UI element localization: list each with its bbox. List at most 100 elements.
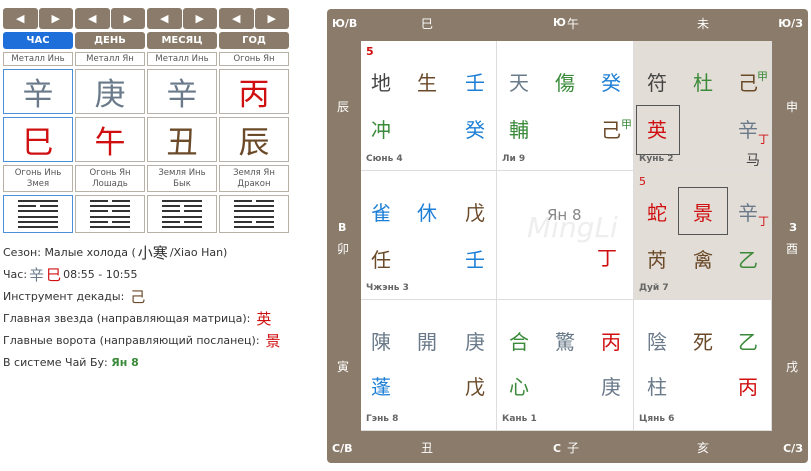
palace-deity: 陰: [647, 330, 667, 354]
month-nav: ◀ ▶: [147, 8, 217, 29]
hexagram-hour[interactable]: [3, 195, 73, 233]
branch-element-label: Огонь Инь Змея: [3, 165, 73, 192]
chaibu-value: Ян 8: [111, 356, 139, 369]
tab-month[interactable]: МЕСЯЦ: [147, 32, 217, 49]
palace-kan[interactable]: 合 驚 丙 心 庚 Кань 1: [497, 300, 634, 431]
branch-animal: Дракон: [237, 179, 271, 189]
left-branch-2: 卯: [337, 242, 350, 256]
qimen-board: Ю/В Ю/З С/В С/З 巳 Ю 午 未 丑 С 子 亥 辰 В 卯 寅 …: [327, 9, 808, 463]
right-branch-2: 酉: [785, 242, 798, 256]
palace-caption: Дуй 7: [639, 283, 669, 293]
hexagram-icon: [90, 200, 130, 228]
pillar-hour: ◀ ▶ ЧАС Металл Инь 辛 巳 Огонь Инь Змея: [3, 8, 73, 233]
decade-row: Инструмент декады: 己: [3, 286, 289, 308]
stem-char[interactable]: 丙: [219, 69, 289, 114]
branch-char[interactable]: 巳: [3, 117, 73, 162]
branch-char[interactable]: 丑: [147, 117, 217, 162]
pillar-year: ◀ ▶ ГОД Огонь Ян 丙 辰 Земля Ян Дракон: [219, 8, 289, 233]
right-branch-1: 申: [785, 100, 798, 114]
star-value: 英: [256, 310, 272, 328]
corner-se-label: Ю/В: [332, 17, 358, 30]
bottom-direction: С: [553, 442, 562, 455]
palace-earth-stem: 乙: [738, 248, 758, 272]
hour-next-button[interactable]: ▶: [38, 8, 73, 29]
season-row: Сезон: Малые холода ( 小寒 /Xiao Han): [3, 242, 289, 264]
horse-marker: 马: [746, 153, 760, 169]
hour-row: Час: 辛巳 08:55 - 10:55: [3, 264, 289, 286]
year-nav: ◀ ▶: [219, 8, 289, 29]
palace-gen[interactable]: 陳 開 庚 蓬 戊 Гэнь 8: [361, 300, 497, 431]
palace-li[interactable]: 天 傷 癸 輔 己 甲 Ли 9: [497, 41, 634, 171]
year-next-button[interactable]: ▶: [254, 8, 289, 29]
palace-earth-stem: 丙: [738, 375, 758, 399]
palace-star: 芮: [647, 248, 667, 272]
pillar-day: ◀ ▶ ДЕНЬ Металл Ян 庚 午 Огонь Ян Лошадь: [75, 8, 145, 233]
palace-gate: 驚: [555, 330, 575, 354]
branch-element: Земля Инь: [158, 168, 206, 178]
branch-char[interactable]: 辰: [219, 117, 289, 162]
palace-qian[interactable]: 陰 死 乙 柱 丙 Цянь 6: [634, 300, 772, 431]
hexagram-year[interactable]: [219, 195, 289, 233]
stem-char[interactable]: 庚: [75, 69, 145, 114]
palace-extra-stem: 甲: [621, 118, 632, 131]
branch-char[interactable]: 午: [75, 117, 145, 162]
month-prev-button[interactable]: ◀: [147, 8, 182, 29]
hexagram-month[interactable]: [147, 195, 217, 233]
hexagram-day[interactable]: [75, 195, 145, 233]
day-next-button[interactable]: ▶: [110, 8, 145, 29]
stem-char[interactable]: 辛: [147, 69, 217, 114]
palace-gate: 杜: [693, 71, 713, 95]
year-prev-button[interactable]: ◀: [219, 8, 254, 29]
palace-heaven-stem: 辛: [738, 201, 758, 225]
branch-animal: Лошадь: [92, 179, 128, 189]
corner-nw-label: С/З: [783, 442, 803, 455]
palace-gate: 休: [417, 201, 437, 225]
tab-hour[interactable]: ЧАС: [3, 32, 73, 49]
season-label: Сезон:: [3, 246, 41, 259]
stem-char[interactable]: 辛: [3, 69, 73, 114]
hour-prev-button[interactable]: ◀: [3, 8, 38, 29]
hour-label: Час:: [3, 268, 28, 281]
palace-center[interactable]: MingLi Ян 8 丁: [497, 171, 634, 300]
palace-xun[interactable]: 5 地 生 壬 冲 癸 Сюнь 4: [361, 41, 497, 171]
palace-kun[interactable]: 符 杜 己 甲 英 辛 丁 马 Кунь 2: [634, 41, 772, 171]
day-prev-button[interactable]: ◀: [75, 8, 110, 29]
star-label: Главная звезда (направляющая матрица):: [3, 312, 251, 325]
palace-caption: Кань 1: [502, 414, 537, 424]
palace-dui[interactable]: 5 蛇 景 辛 丁 芮 禽 乙 Дуй 7: [634, 171, 772, 300]
palace-caption: Гэнь 8: [366, 414, 399, 424]
palace-caption: Ли 9: [502, 154, 526, 164]
palace-earth-stem: 壬: [465, 248, 485, 272]
corner-ne-label: С/В: [332, 442, 353, 455]
chaibu-row: В системе Чай Бу: Ян 8: [3, 352, 289, 374]
branch-element: Земля Ян: [233, 168, 275, 178]
stem-element-label: Огонь Ян: [219, 52, 289, 66]
palace-gate: 開: [417, 330, 437, 354]
stem-element-label: Металл Инь: [3, 52, 73, 66]
palace-gate: 傷: [555, 71, 575, 95]
palace-grid: 5 地 生 壬 冲 癸 Сюнь 4 天 傷 癸 輔 己 甲 Ли 9 符 杜 …: [361, 41, 772, 431]
palace-caption: Кунь 2: [639, 154, 674, 164]
decade-value: 己: [130, 288, 146, 306]
palace-deity: 符: [647, 71, 667, 95]
gate-value: 景: [265, 332, 281, 350]
palace-number: 5: [366, 45, 374, 58]
top-branch-1: 巳: [421, 17, 434, 31]
palace-extra-stem: 丁: [758, 215, 769, 228]
palace-star: 蓬: [371, 375, 391, 399]
palace-zhen[interactable]: 雀 休 戊 任 壬 Чжэнь 3: [361, 171, 497, 300]
palace-extra-stem: 甲: [757, 70, 768, 83]
tab-year[interactable]: ГОД: [219, 32, 289, 49]
chaibu-label: В системе Чай Бу:: [3, 356, 108, 369]
palace-heaven-stem: 乙: [738, 330, 758, 354]
hexagram-icon: [162, 200, 202, 228]
month-next-button[interactable]: ▶: [182, 8, 217, 29]
bottom-branch-1: 丑: [421, 441, 434, 455]
tab-day[interactable]: ДЕНЬ: [75, 32, 145, 49]
bottom-branch-3: 亥: [697, 441, 710, 455]
top-branch-3: 未: [697, 17, 710, 31]
palace-gate: 景: [693, 201, 713, 225]
stem-element-label: Металл Инь: [147, 52, 217, 66]
palace-star: 任: [371, 248, 391, 272]
branch-element: Огонь Инь: [14, 168, 62, 178]
